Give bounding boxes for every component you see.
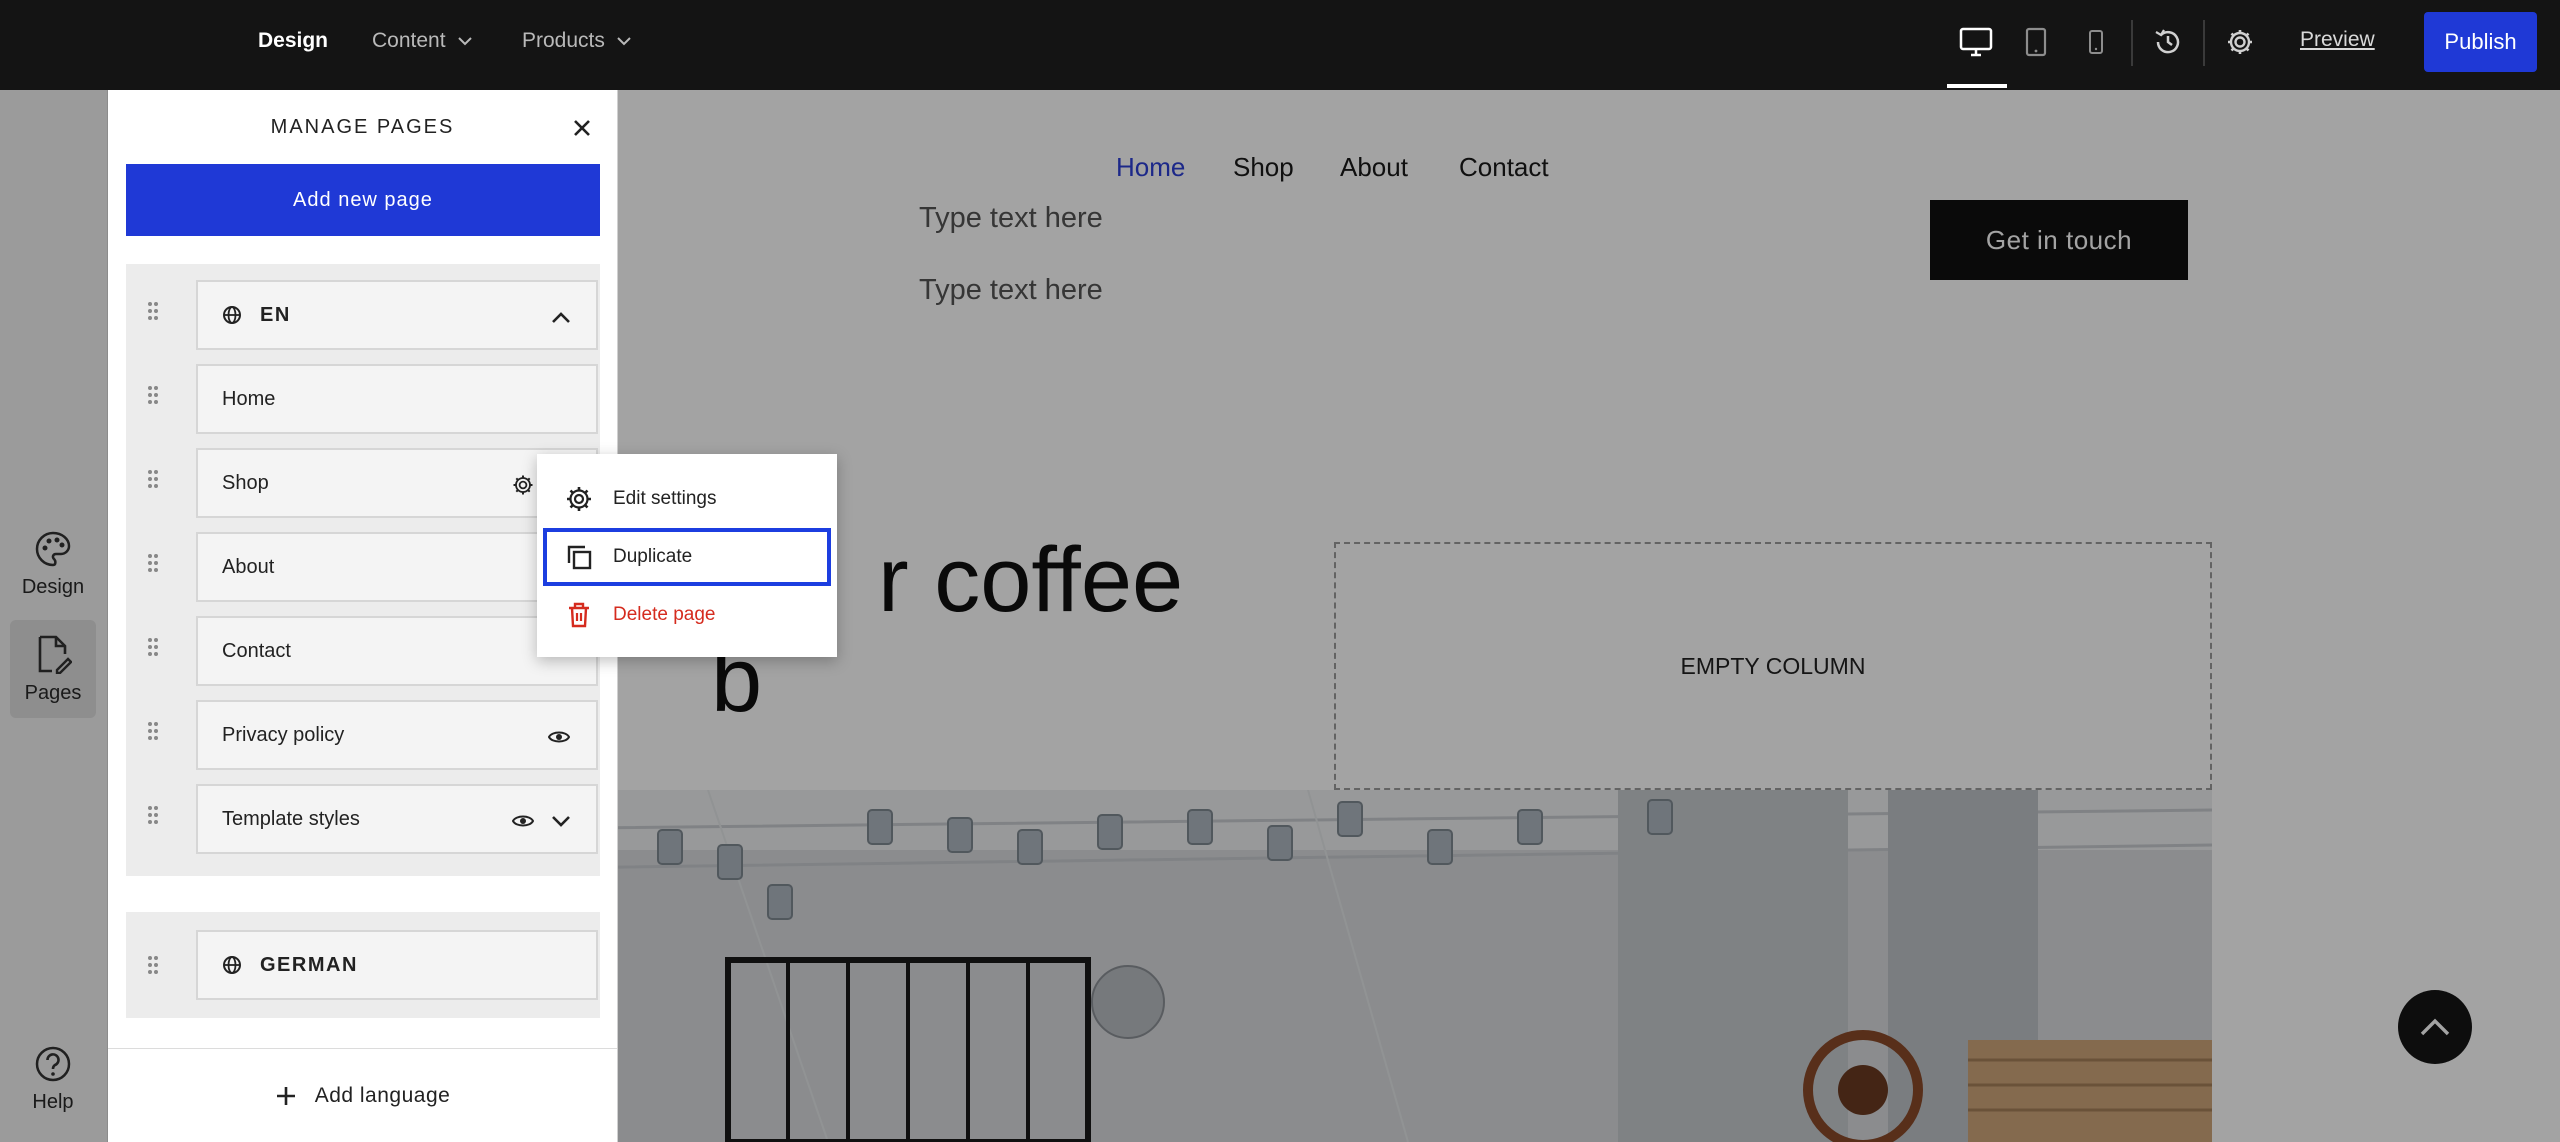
menu-item-label: Edit settings [613, 488, 717, 509]
page-item-privacy-policy[interactable]: Privacy policy [196, 700, 598, 770]
topnav-design-label: Design [258, 29, 329, 52]
globe-icon [223, 956, 241, 974]
chevron-down-icon [457, 37, 472, 46]
tablet-icon[interactable] [2016, 22, 2056, 62]
chevron-down-icon[interactable] [548, 808, 574, 834]
gear-icon[interactable] [2220, 22, 2260, 62]
preview-link[interactable]: Preview [2300, 28, 2375, 52]
menu-item-label: Delete page [613, 604, 716, 625]
duplicate-icon [567, 545, 592, 570]
add-new-page-button[interactable]: Add new page [126, 164, 600, 236]
page-item-label: Home [222, 387, 276, 410]
topnav-products[interactable]: Products [522, 0, 633, 82]
publish-button[interactable]: Publish [2424, 12, 2537, 72]
drag-handle-icon[interactable] [146, 468, 160, 490]
close-icon[interactable] [568, 114, 596, 142]
drag-handle-icon[interactable] [146, 636, 160, 658]
desktop-icon[interactable] [1956, 22, 1996, 62]
active-device-indicator [1947, 84, 2007, 88]
trash-icon [569, 602, 589, 628]
language-group-german: GERMAN [126, 912, 600, 1018]
add-language-label: Add language [314, 1083, 451, 1107]
topnav-content[interactable]: Content [372, 0, 474, 82]
menu-item-delete-page[interactable]: Delete page [543, 586, 831, 644]
mobile-icon[interactable] [2076, 22, 2116, 62]
page-item-label: Template styles [222, 807, 360, 830]
language-group-en: EN Home Shop About Contact Privacy polic… [126, 264, 600, 876]
menu-item-duplicate[interactable]: Duplicate [543, 528, 831, 586]
drag-handle-icon[interactable] [146, 300, 160, 322]
drag-handle-icon[interactable] [146, 954, 160, 976]
globe-icon [223, 306, 241, 324]
drag-handle-icon[interactable] [146, 720, 160, 742]
drag-handle-icon[interactable] [146, 384, 160, 406]
gear-icon[interactable] [510, 472, 536, 498]
topnav-products-label: Products [522, 29, 605, 52]
panel-title: MANAGE PAGES [270, 116, 455, 138]
language-label: GERMAN [260, 953, 358, 976]
add-language-button[interactable]: Add language [108, 1048, 617, 1142]
page-context-menu: Edit settings Duplicate Delete page [537, 454, 837, 657]
page-item-home[interactable]: Home [196, 364, 598, 434]
history-icon[interactable] [2148, 22, 2188, 62]
toolbar-divider [2131, 20, 2133, 66]
page-item-template-styles[interactable]: Template styles [196, 784, 598, 854]
drag-handle-icon[interactable] [146, 552, 160, 574]
page-item-label: Privacy policy [222, 723, 345, 746]
chevron-down-icon [617, 37, 631, 46]
page-item-label: About [222, 555, 275, 578]
toolbar-divider [2203, 20, 2205, 66]
topnav-design[interactable]: Design [258, 0, 328, 82]
eye-icon[interactable] [510, 808, 536, 834]
topnav-content-label: Content [372, 29, 446, 52]
menu-item-label: Duplicate [613, 546, 693, 567]
drag-handle-icon[interactable] [146, 804, 160, 826]
chevron-up-icon[interactable] [548, 304, 574, 330]
gear-icon [567, 487, 591, 511]
top-bar: Design Content Products Preview Publish [0, 0, 2560, 90]
eye-icon[interactable] [546, 724, 572, 750]
menu-item-edit-settings[interactable]: Edit settings [543, 470, 831, 528]
language-label: EN [260, 303, 291, 326]
language-header-german[interactable]: GERMAN [196, 930, 598, 1000]
page-item-label: Contact [222, 639, 291, 662]
page-item-label: Shop [222, 471, 269, 494]
language-header-en[interactable]: EN [196, 280, 598, 350]
plus-icon [276, 1086, 295, 1105]
